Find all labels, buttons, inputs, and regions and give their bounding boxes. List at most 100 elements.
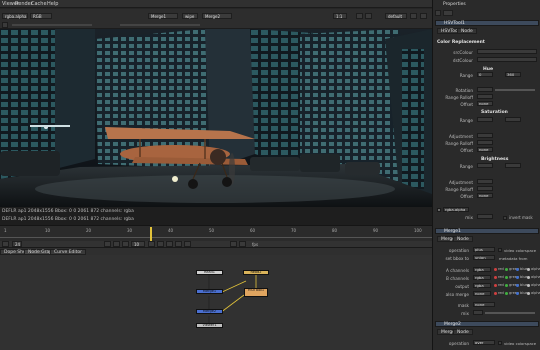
channel-flag-green-checkbox[interactable] bbox=[505, 268, 508, 271]
channel-flag-red-checkbox[interactable] bbox=[494, 284, 497, 287]
zoom-dropdown[interactable]: 1:1 bbox=[333, 13, 347, 19]
tab-merge2-node[interactable]: Node bbox=[453, 329, 473, 335]
gain-slider[interactable] bbox=[12, 24, 92, 26]
bri-offset-field[interactable]: none bbox=[477, 193, 493, 198]
channel-flag-blue-checkbox[interactable] bbox=[516, 284, 519, 287]
video-colorspace-checkbox-2[interactable] bbox=[498, 341, 502, 345]
operation-dropdown-2[interactable]: over bbox=[473, 340, 495, 345]
video-colorspace-checkbox[interactable] bbox=[498, 248, 502, 252]
settings-button[interactable] bbox=[420, 13, 427, 19]
lut-dropdown[interactable]: default bbox=[385, 13, 407, 19]
panel-merge2-header[interactable]: Merge2 bbox=[435, 321, 539, 327]
step-back-button[interactable] bbox=[113, 241, 120, 247]
channel-flag-red-checkbox[interactable] bbox=[494, 268, 497, 271]
hue-range-max-field[interactable]: 360 bbox=[505, 72, 521, 77]
tab-node[interactable]: Node bbox=[457, 28, 477, 34]
sat-rolloff-field[interactable] bbox=[477, 140, 493, 145]
clip-button[interactable] bbox=[365, 13, 372, 19]
menu-cache[interactable]: Cache bbox=[31, 1, 47, 7]
channel-flag-blue-checkbox[interactable] bbox=[516, 276, 519, 279]
node-merge2[interactable]: Merge2 bbox=[196, 309, 223, 314]
prev-key-button[interactable] bbox=[104, 241, 111, 247]
sat-range-max-field[interactable] bbox=[505, 117, 521, 122]
timeline-tick-label: 80 bbox=[332, 228, 338, 233]
a-channels-dropdown[interactable]: rgba bbox=[473, 267, 491, 272]
output-dropdown[interactable]: rgba bbox=[473, 283, 491, 288]
play-back-button[interactable] bbox=[122, 241, 129, 247]
playhead[interactable] bbox=[150, 227, 152, 241]
channel-flag-red-checkbox[interactable] bbox=[494, 276, 497, 279]
channel-flag-blue-checkbox[interactable] bbox=[516, 268, 519, 271]
node-hsvtool[interactable]: HSVTool1 bbox=[244, 288, 268, 297]
also-merge-dropdown[interactable]: none bbox=[473, 291, 491, 296]
fps-label: fps bbox=[252, 242, 259, 247]
properties-title: Properties bbox=[435, 2, 539, 8]
bri-range-field[interactable] bbox=[477, 163, 493, 168]
gamma-slider[interactable] bbox=[120, 24, 200, 26]
hue-offset-field[interactable]: none bbox=[477, 101, 493, 106]
bri-range-max-field[interactable] bbox=[505, 163, 521, 168]
bri-rolloff-field[interactable] bbox=[477, 186, 493, 191]
node-graph[interactable]: Read1 Read2 Merge1 HSVTool1 Merge2 Viewe… bbox=[0, 255, 432, 350]
channel-flag-red-checkbox[interactable] bbox=[494, 292, 497, 295]
clear-panels-button[interactable] bbox=[435, 10, 441, 16]
b-channels-dropdown[interactable]: rgba bbox=[473, 275, 491, 280]
merge-mask-dropdown[interactable]: none bbox=[473, 302, 495, 307]
fps-field[interactable]: 24 bbox=[12, 241, 22, 247]
channel-flag-green-checkbox[interactable] bbox=[505, 284, 508, 287]
mix-field[interactable] bbox=[477, 214, 493, 219]
operation-dropdown[interactable]: plus bbox=[473, 247, 495, 252]
merge-mix-field[interactable] bbox=[473, 310, 483, 315]
playback-mode-button[interactable] bbox=[239, 241, 246, 247]
channel-flag-green-checkbox[interactable] bbox=[505, 276, 508, 279]
timeline-ruler[interactable]: 1 10 20 30 40 50 60 70 80 90 100 bbox=[0, 225, 432, 241]
next-key-button[interactable] bbox=[166, 241, 173, 247]
channel-flag-alpha-checkbox[interactable] bbox=[527, 284, 530, 287]
loop-button[interactable] bbox=[184, 241, 191, 247]
channel-flag-alpha-checkbox[interactable] bbox=[527, 268, 530, 271]
ab-mode-dropdown[interactable]: wipe bbox=[182, 13, 198, 19]
play-button[interactable] bbox=[148, 241, 155, 247]
mask-channel-dropdown[interactable]: rgba.alpha bbox=[443, 207, 469, 212]
frame-field[interactable]: 10 bbox=[131, 241, 145, 247]
node-viewer[interactable]: Viewer1 bbox=[196, 323, 223, 328]
node-merge1[interactable]: Merge1 bbox=[196, 289, 223, 294]
gain-button[interactable] bbox=[410, 13, 417, 19]
rotation-field[interactable] bbox=[477, 87, 493, 92]
hue-rolloff-field[interactable] bbox=[477, 94, 493, 99]
roi-button[interactable] bbox=[356, 13, 363, 19]
channel-flag-green-checkbox[interactable] bbox=[505, 292, 508, 295]
panel-hsvtool-header[interactable]: HSVTool1 bbox=[435, 20, 539, 26]
channel-flag-blue-checkbox[interactable] bbox=[516, 292, 519, 295]
input-a-dropdown[interactable]: Merge1 bbox=[148, 13, 178, 19]
exposure-toggle[interactable] bbox=[2, 22, 8, 28]
dst-colour-field[interactable] bbox=[477, 57, 537, 62]
channels-dropdown[interactable]: rgba.alpha bbox=[2, 13, 28, 19]
viewer-canvas[interactable] bbox=[0, 29, 432, 207]
merge-mix-slider[interactable] bbox=[485, 312, 535, 314]
bri-adjustment-field[interactable] bbox=[477, 179, 493, 184]
set-bbox-dropdown[interactable]: union bbox=[473, 255, 495, 260]
node-read2[interactable]: Read2 bbox=[243, 270, 269, 275]
channel-flag-alpha-checkbox[interactable] bbox=[527, 276, 530, 279]
sat-offset-field[interactable]: none bbox=[477, 147, 493, 152]
panel-merge1-header[interactable]: Merge1 bbox=[435, 228, 539, 234]
invert-mask-checkbox[interactable] bbox=[503, 216, 507, 220]
hue-range-min-field[interactable]: 0 bbox=[477, 72, 493, 77]
sat-adjustment-field[interactable] bbox=[477, 133, 493, 138]
src-colour-field[interactable] bbox=[477, 49, 537, 54]
node-read1[interactable]: Read1 bbox=[196, 270, 223, 275]
increment-button[interactable] bbox=[230, 241, 237, 247]
last-frame-button[interactable] bbox=[175, 241, 182, 247]
step-forward-button[interactable] bbox=[157, 241, 164, 247]
color-dropdown[interactable]: RGB bbox=[30, 13, 52, 19]
first-frame-button[interactable] bbox=[2, 241, 9, 247]
input-b-dropdown[interactable]: Merge2 bbox=[202, 13, 232, 19]
channel-flag-alpha-checkbox[interactable] bbox=[527, 292, 530, 295]
max-panels-field[interactable] bbox=[443, 10, 453, 16]
mask-checkbox[interactable] bbox=[437, 208, 441, 212]
rotation-slider[interactable] bbox=[495, 89, 535, 91]
sat-range-field[interactable] bbox=[477, 117, 493, 122]
tab-merge-node[interactable]: Node bbox=[453, 236, 473, 242]
menu-help[interactable]: Help bbox=[47, 1, 58, 7]
